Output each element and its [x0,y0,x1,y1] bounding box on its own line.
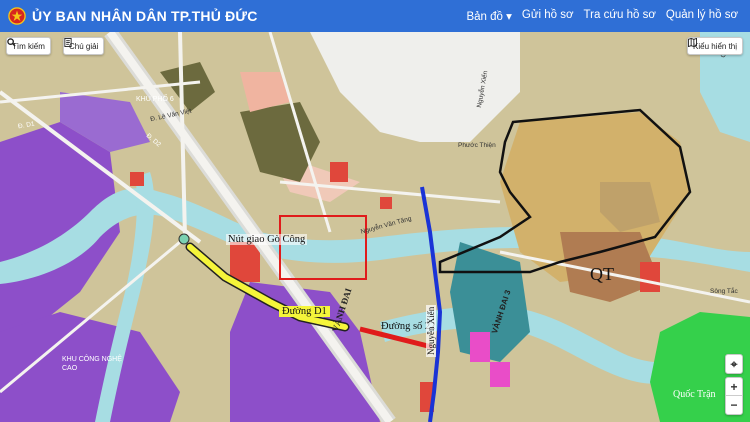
emblem-icon [8,7,26,25]
map-icon [688,38,697,47]
label-road-d1: Đường D1 [279,306,330,317]
display-mode-button[interactable]: Kiểu hiển thị [687,37,744,55]
nav-item-label: Bản đồ [466,11,503,23]
label-nguyen-xien: Nguyễn Xiển [426,304,436,357]
place-khu-pho-6: KHU PHỐ 6 [136,96,174,103]
top-navbar: ỦY BAN NHÂN DÂN TP.THỦ ĐỨC Bản đồ ▾ Gửi … [0,0,750,32]
zoom-control: + − [725,377,743,415]
place-khu-cong-nghe-cao: KHU CÔNG NGHỆ CAO [62,356,122,372]
label-qt: QT [590,264,614,284]
nav-item-manage[interactable]: Quản lý hồ sơ [666,9,738,23]
map-canvas[interactable]: Nút giao Gò Công Đường D1 Đường số 22 Ng… [0,32,750,422]
display-mode-label: Kiểu hiển thị [693,41,738,51]
app-title: ỦY BAN NHÂN DÂN TP.THỦ ĐỨC [32,8,258,24]
legend-button-label: Chú giải [69,41,99,51]
search-icon [7,38,16,47]
locate-control[interactable]: ⌖ [725,354,743,374]
crosshair-icon[interactable]: ⌖ [726,355,742,373]
label-junction: Nút giao Gò Công [226,234,308,245]
search-button[interactable]: Tìm kiếm [6,37,51,55]
nav-item-lookup[interactable]: Tra cứu hồ sơ [584,9,656,23]
search-button-label: Tìm kiếm [12,41,45,51]
nav-item-send[interactable]: Gửi hồ sơ [522,9,574,23]
place-quoc-tran: Quốc Trận [673,389,716,400]
nav-menu: Bản đồ ▾ Gửi hồ sơ Tra cứu hồ sơ Quản lý… [466,9,738,23]
caret-down-icon: ▾ [506,11,512,23]
place-phuoc-thien: Phước Thiện [458,142,496,149]
nav-item-map[interactable]: Bản đồ ▾ [466,9,511,23]
zoom-in-button[interactable]: + [726,378,742,396]
document-icon [64,38,72,47]
legend-button[interactable]: Chú giải [63,37,105,55]
zoom-out-button[interactable]: − [726,396,742,414]
brand[interactable]: ỦY BAN NHÂN DÂN TP.THỦ ĐỨC [8,7,258,25]
place-song-tac: Sông Tắc [710,288,738,295]
